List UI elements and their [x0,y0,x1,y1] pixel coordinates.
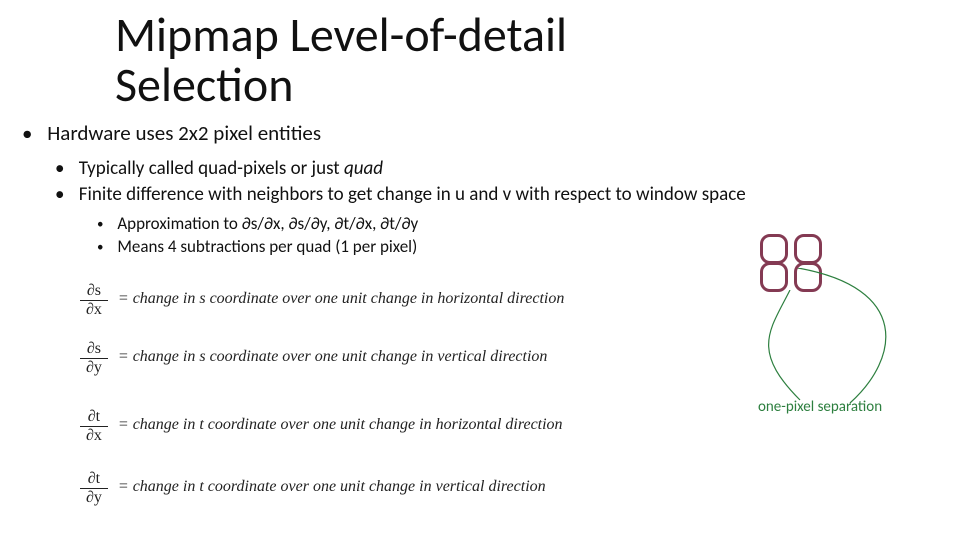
slide: Mipmap Level-of-detail Selection Hardwar… [0,0,960,540]
denominator: ∂y [80,489,108,507]
frac: ∂t ∂x [80,408,108,444]
bullet-approx-text: Approximation to ∂s/∂x, ∂s/∂y, ∂t/∂x, ∂t… [117,213,418,234]
frac: ∂s ∂x [80,282,108,318]
numerator: ∂s [80,282,108,301]
bullet-quad-prefix: Typically called quad-pixels or just [79,157,344,180]
numerator: ∂t [80,408,108,427]
bullet-quad-italic: quad [344,157,383,180]
eq-dsdx: ∂s ∂x = change in s coordinate over one … [80,282,564,318]
bullet-subtractions: Means 4 subtractions per quad (1 per pix… [97,236,417,257]
sep-label-text: one-pixel separation [758,398,882,416]
bullet-subtractions-text: Means 4 subtractions per quad (1 per pix… [117,236,417,257]
bullet-finite-diff: Finite difference with neighbors to get … [55,183,935,206]
eq-rest: = change in t coordinate over one unit c… [118,478,546,496]
denominator: ∂y [80,359,108,377]
denominator: ∂x [80,427,108,445]
separation-curve-right [760,268,920,418]
one-pixel-separation-label: one-pixel separation [758,398,882,416]
numerator: ∂s [80,340,108,359]
eq-dtdy: ∂t ∂y = change in t coordinate over one … [80,470,546,506]
eq-rest: = change in t coordinate over one unit c… [118,416,563,434]
numerator: ∂t [80,470,108,489]
title-line-2: Selection [115,55,293,114]
bullet-quad: Typically called quad-pixels or just qua… [55,157,383,180]
frac: ∂s ∂y [80,340,108,376]
pixel-top-left [760,234,788,264]
pixel-top-right [794,234,822,264]
frac: ∂t ∂y [80,470,108,506]
slide-title: Mipmap Level-of-detail Selection [115,10,567,111]
denominator: ∂x [80,301,108,319]
bullet-hardware-text: Hardware uses 2x2 pixel entities [47,120,321,146]
eq-rest: = change in s coordinate over one unit c… [118,348,548,366]
eq-dtdx: ∂t ∂x = change in t coordinate over one … [80,408,563,444]
bullet-finite-diff-text: Finite difference with neighbors to get … [79,183,746,206]
eq-rest: = change in s coordinate over one unit c… [118,290,564,308]
bullet-hardware: Hardware uses 2x2 pixel entities [22,120,321,146]
bullet-approx: Approximation to ∂s/∂x, ∂s/∂y, ∂t/∂x, ∂t… [97,213,418,234]
eq-dsdy: ∂s ∂y = change in s coordinate over one … [80,340,547,376]
